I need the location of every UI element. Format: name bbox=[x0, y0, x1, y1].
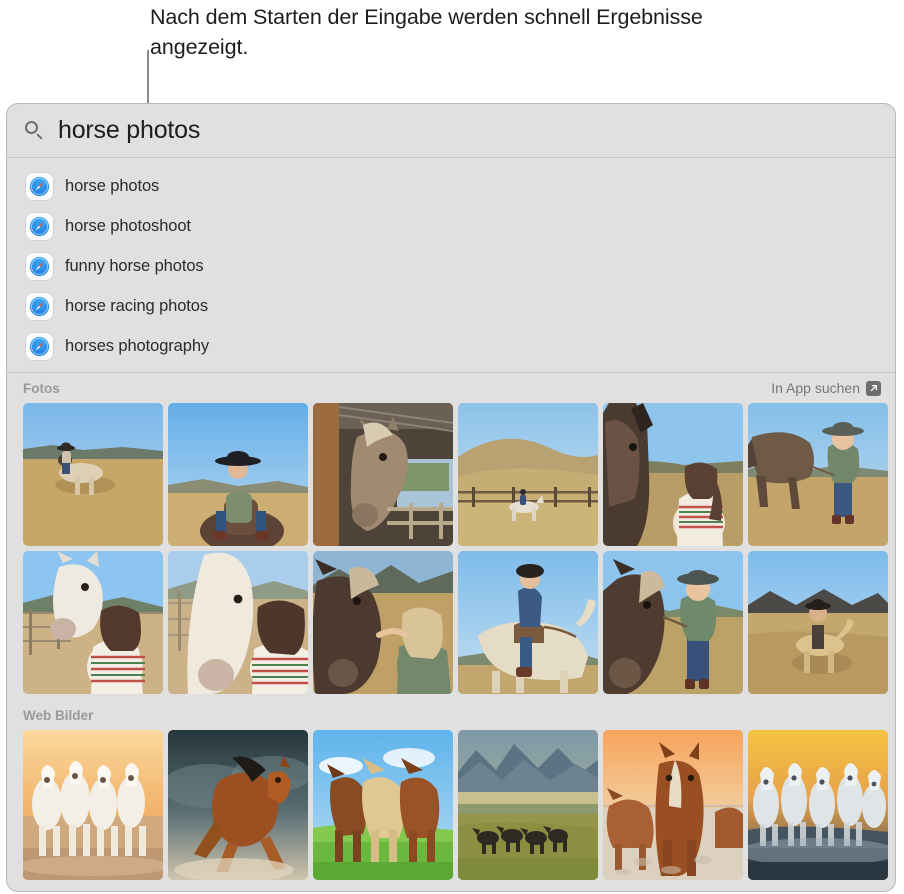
web-image-thumbnail[interactable] bbox=[23, 730, 163, 880]
photo-thumbnail[interactable] bbox=[313, 551, 453, 694]
web-image-thumbnail[interactable] bbox=[458, 730, 598, 880]
photos-section-title: Fotos bbox=[23, 380, 60, 396]
photo-thumbnail[interactable] bbox=[23, 551, 163, 694]
search-in-app-label: In App suchen bbox=[771, 380, 860, 396]
search-icon bbox=[25, 121, 44, 140]
search-in-app-button[interactable]: In App suchen bbox=[771, 380, 881, 396]
web-image-thumbnail[interactable] bbox=[603, 730, 743, 880]
photo-thumbnail[interactable] bbox=[603, 403, 743, 546]
safari-compass-icon bbox=[26, 332, 53, 360]
search-input[interactable]: horse photos bbox=[58, 116, 200, 145]
photo-thumbnail[interactable] bbox=[168, 551, 308, 694]
web-image-thumbnail[interactable] bbox=[168, 730, 308, 880]
photo-thumbnail[interactable] bbox=[748, 403, 888, 546]
list-item-label: funny horse photos bbox=[65, 256, 204, 275]
photos-section-header: Fotos In App suchen bbox=[7, 373, 895, 403]
list-item-label: horse photos bbox=[65, 176, 160, 195]
web-images-section-header: Web Bilder bbox=[7, 700, 895, 730]
photo-thumbnail[interactable] bbox=[458, 403, 598, 546]
safari-compass-icon bbox=[26, 212, 53, 240]
photo-thumbnail[interactable] bbox=[748, 551, 888, 694]
list-item-label: horses photography bbox=[65, 336, 210, 355]
list-item[interactable]: horse photos bbox=[7, 166, 895, 206]
list-item-label: horse racing photos bbox=[65, 296, 209, 315]
list-item-label: horse photoshoot bbox=[65, 216, 191, 235]
search-field[interactable]: horse photos bbox=[7, 104, 895, 158]
list-item[interactable]: horse photoshoot bbox=[7, 206, 895, 246]
photo-thumbnail[interactable] bbox=[313, 403, 453, 546]
photo-thumbnail[interactable] bbox=[603, 551, 743, 694]
web-image-thumbnail[interactable] bbox=[748, 730, 888, 880]
safari-compass-icon bbox=[26, 172, 53, 200]
safari-compass-icon bbox=[26, 252, 53, 280]
web-images-grid bbox=[7, 730, 895, 880]
list-item[interactable]: horse racing photos bbox=[7, 286, 895, 326]
suggestion-list: horse photos horse photoshoot funny hors… bbox=[7, 158, 895, 373]
list-item[interactable]: horses photography bbox=[7, 326, 895, 366]
safari-compass-icon bbox=[26, 292, 53, 320]
photo-thumbnail[interactable] bbox=[168, 403, 308, 546]
search-results-panel: horse photos horse photos horse photosho… bbox=[6, 103, 896, 892]
photos-grid-row-1 bbox=[7, 403, 895, 546]
list-item[interactable]: funny horse photos bbox=[7, 246, 895, 286]
photo-thumbnail[interactable] bbox=[458, 551, 598, 694]
web-image-thumbnail[interactable] bbox=[313, 730, 453, 880]
arrow-up-right-icon bbox=[866, 380, 881, 396]
callout-text: Nach dem Starten der Eingabe werden schn… bbox=[150, 5, 703, 59]
photo-thumbnail[interactable] bbox=[23, 403, 163, 546]
photos-grid-row-2 bbox=[7, 551, 895, 694]
web-images-section-title: Web Bilder bbox=[23, 707, 94, 723]
